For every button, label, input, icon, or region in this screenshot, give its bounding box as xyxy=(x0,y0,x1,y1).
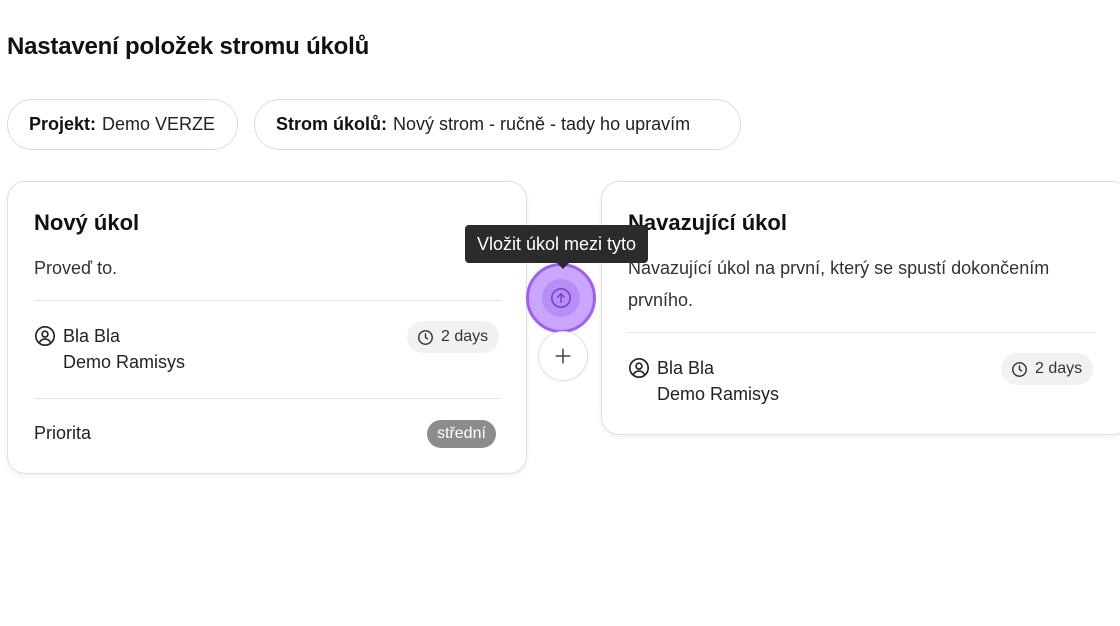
task-card[interactable]: Nový úkol Proveď to. Bla Bla Demo Ramisy… xyxy=(7,181,527,474)
duration-value: 2 days xyxy=(441,328,489,345)
task-tree-filter-label: Strom úkolů: xyxy=(276,114,387,134)
clock-icon xyxy=(1012,361,1027,377)
task-title: Nový úkol xyxy=(34,210,140,235)
divider xyxy=(34,398,501,399)
page: Nastavení položek stromu úkolů Projekt: … xyxy=(0,0,1120,626)
assignee-name: Bla Bla xyxy=(63,325,121,346)
task-assignee: Bla Bla Demo Ramisys xyxy=(34,325,185,373)
tooltip-arrow xyxy=(556,262,570,269)
task-description: Navazující úkol na první, který se spust… xyxy=(628,258,1050,310)
task-description: Proveď to. xyxy=(34,258,118,278)
priority-label: Priorita xyxy=(34,423,92,443)
priority-badge: střední xyxy=(427,420,496,448)
arrow-up-circle-icon xyxy=(551,288,571,308)
assignee-organization: Demo Ramisys xyxy=(63,352,186,372)
task-tree-filter-value: Nový strom - ručně - tady ho upravím xyxy=(393,114,691,134)
user-circle-icon xyxy=(35,326,55,346)
project-filter-chip[interactable]: Projekt: Demo VERZE xyxy=(7,99,238,150)
assignee-organization: Demo Ramisys xyxy=(657,384,780,404)
user-circle-icon xyxy=(629,358,649,378)
duration-badge: 2 days xyxy=(1001,353,1094,385)
project-filter-value: Demo VERZE xyxy=(102,114,216,134)
project-filter-label: Projekt: xyxy=(29,114,97,134)
insert-task-tooltip: Vložit úkol mezi tyto xyxy=(465,225,649,263)
task-tree-filter-chip[interactable]: Strom úkolů: Nový strom - ručně - tady h… xyxy=(254,99,741,150)
insert-task-between-button[interactable] xyxy=(526,263,596,333)
clock-icon xyxy=(418,329,433,345)
add-task-button[interactable] xyxy=(538,331,588,381)
task-assignee: Bla Bla Demo Ramisys xyxy=(628,357,779,405)
plus-icon xyxy=(555,348,571,364)
task-card[interactable]: Navazující úkol Navazující úkol na první… xyxy=(601,181,1120,435)
duration-value: 2 days xyxy=(1035,360,1083,377)
duration-badge: 2 days xyxy=(407,321,500,353)
page-title: Nastavení položek stromu úkolů xyxy=(7,33,370,60)
divider xyxy=(628,332,1095,333)
assignee-name: Bla Bla xyxy=(657,357,715,378)
divider xyxy=(34,300,501,301)
task-title: Navazující úkol xyxy=(628,210,787,235)
